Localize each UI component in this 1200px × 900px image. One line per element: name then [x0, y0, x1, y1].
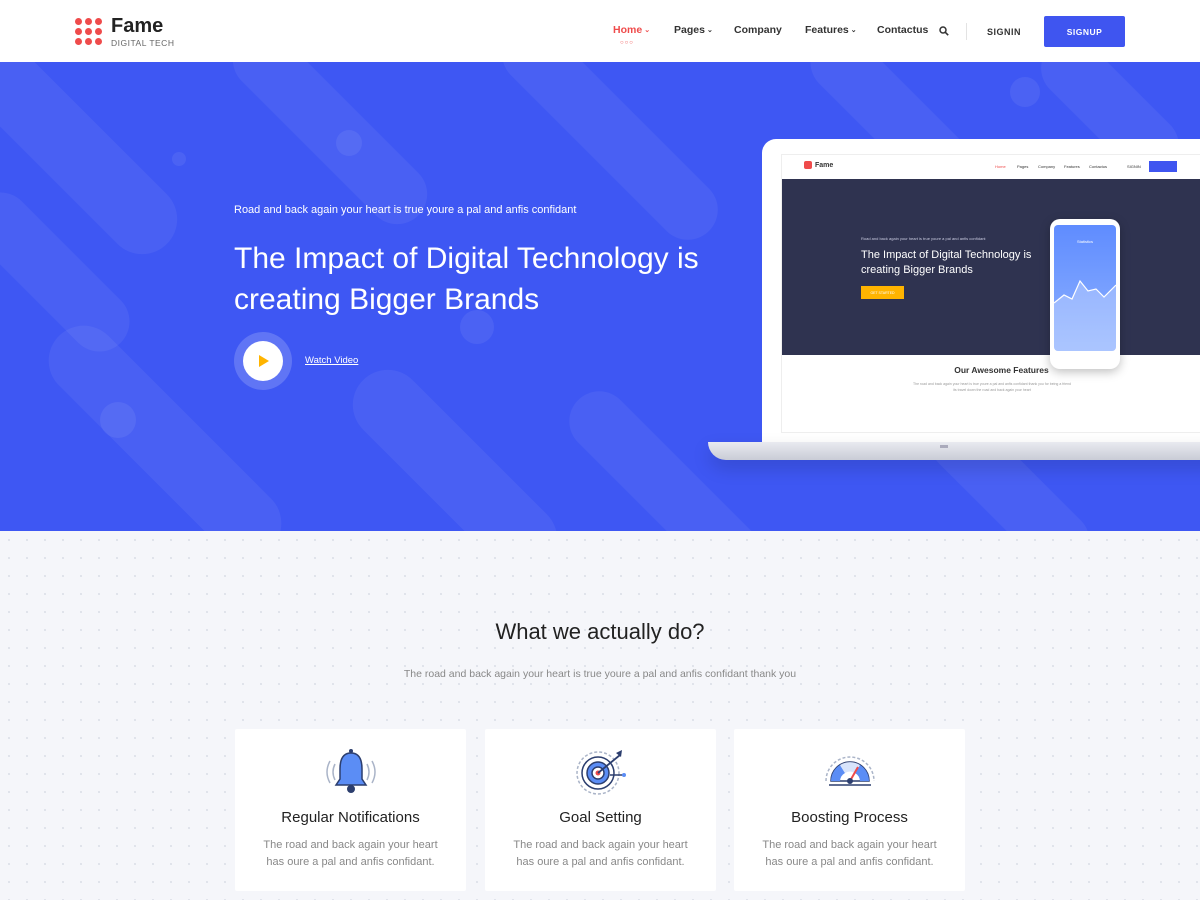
phone-chart-icon: [1054, 279, 1116, 351]
chevron-down-icon: ⌄: [706, 27, 713, 34]
card-title: Boosting Process: [791, 809, 908, 826]
card-text: The road and back again your heart has o…: [762, 839, 937, 868]
preview-signin: SIGNIN: [1127, 164, 1141, 169]
laptop-screen: Fame Home Pages Company Features Contact…: [781, 154, 1200, 433]
play-video-button[interactable]: [234, 332, 292, 390]
phone-mockup: Statistics: [1050, 219, 1120, 369]
preview-logo: Fame: [804, 161, 833, 169]
preview-nav-pages: Pages: [1017, 164, 1029, 169]
search-icon[interactable]: [939, 26, 949, 36]
section-title: What we actually do?: [495, 619, 705, 644]
hero-title: The Impact of Digital Technology is crea…: [234, 242, 699, 316]
target-icon: [576, 750, 626, 795]
preview-nav-contactus: Contactus: [1089, 164, 1108, 169]
nav-company-label: Company: [734, 24, 782, 36]
preview-hero-title: The Impact of Digital Technology is crea…: [861, 249, 1032, 276]
bell-icon: [326, 749, 376, 793]
card-title: Regular Notifications: [281, 809, 420, 826]
active-indicator: ○○○: [620, 40, 634, 46]
feature-card-boosting[interactable]: Boosting Process The road and back again…: [734, 729, 965, 891]
preview-section-text: The road and back again your heart is tr…: [913, 382, 1071, 392]
preview-nav-features: Features: [1064, 164, 1080, 169]
preview-cta: GET STARTED: [861, 286, 904, 299]
nav-pages[interactable]: Pages ⌄: [674, 24, 713, 36]
chevron-down-icon: ⌄: [850, 27, 857, 34]
nav-pages-label: Pages: [674, 24, 705, 36]
nav-home[interactable]: Home ⌄: [613, 24, 650, 36]
nav-divider: [966, 23, 967, 40]
hero-section: Road and back again your heart is true y…: [0, 62, 1200, 531]
preview-signup-button: [1149, 161, 1177, 172]
nav-home-label: Home: [613, 24, 643, 36]
nav-contactus-label: Contactus: [877, 24, 929, 36]
chevron-down-icon: ⌄: [644, 27, 651, 34]
nav-contactus[interactable]: Contactus: [877, 24, 928, 36]
preview-nav-home: Home: [995, 164, 1006, 169]
preview-hero-tag: Road and back again your heart is true y…: [861, 236, 986, 241]
nav-features-label: Features: [805, 24, 849, 36]
nav-features[interactable]: Features ⌄: [805, 24, 857, 36]
card-text: The road and back again your heart has o…: [263, 839, 438, 868]
logo-mark-icon: [75, 18, 103, 46]
preview-brand: Fame: [815, 161, 834, 169]
card-text: The road and back again your heart has o…: [513, 839, 688, 868]
section-subtitle: The road and back again your heart is tr…: [403, 668, 797, 680]
play-icon: [259, 355, 269, 367]
brand-tagline: DIGITAL TECH: [111, 38, 175, 48]
preview-section-title: Our Awesome Features: [954, 365, 1049, 375]
card-title: Goal Setting: [559, 809, 642, 826]
laptop-base: [708, 442, 1200, 460]
logo[interactable]: Fame DIGITAL TECH: [75, 16, 174, 48]
signin-link[interactable]: SIGNIN: [987, 27, 1021, 37]
gauge-icon: [825, 756, 875, 786]
features-section: What we actually do? The road and back a…: [0, 531, 1200, 900]
feature-card-notifications[interactable]: Regular Notifications The road and back …: [235, 729, 466, 891]
preview-nav-company: Company: [1038, 164, 1056, 169]
laptop-mockup: Fame Home Pages Company Features Contact…: [762, 139, 1200, 449]
signup-button[interactable]: SIGNUP: [1044, 16, 1125, 47]
watch-video-link[interactable]: Watch Video: [305, 355, 358, 366]
site-header: Fame DIGITAL TECH Home ⌄ Pages ⌄ Company F…: [0, 0, 1200, 62]
brand-name: Fame: [111, 15, 164, 37]
feature-card-goal-setting[interactable]: Goal Setting The road and back again you…: [485, 729, 716, 891]
nav-company[interactable]: Company: [734, 24, 782, 36]
hero-tagline: Road and back again your heart is true y…: [234, 204, 577, 216]
